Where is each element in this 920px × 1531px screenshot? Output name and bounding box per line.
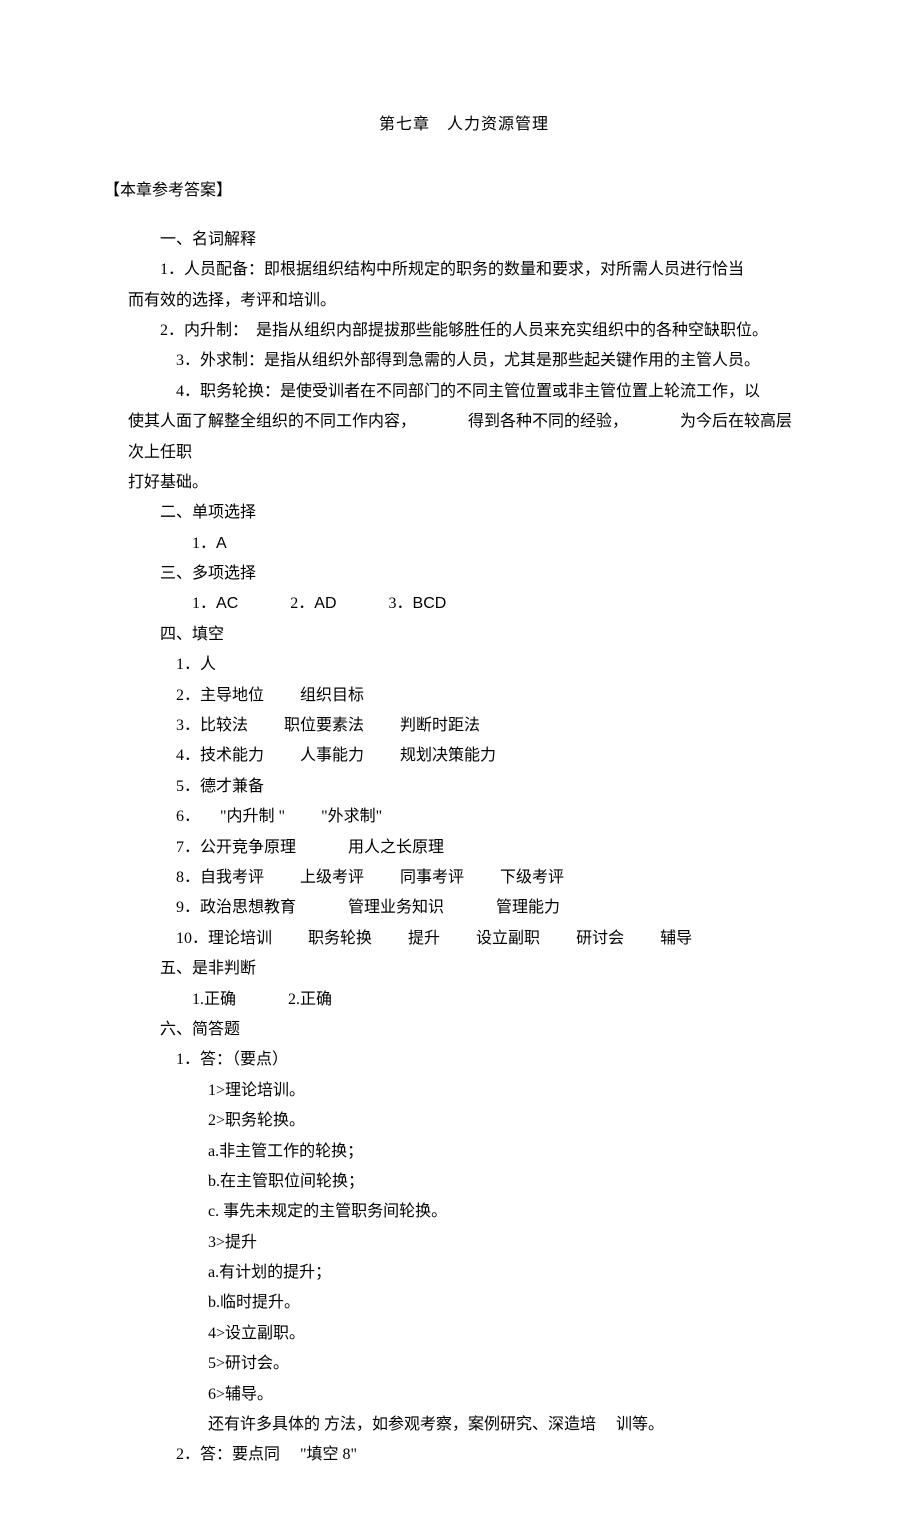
s6-q1-tail-b: 训等。 <box>616 1416 664 1433</box>
section-1-heading: 一、名词解释 <box>128 225 800 255</box>
s6-q1-5: 5>研讨会。 <box>128 1349 800 1379</box>
s6-q1-3: 3>提升 <box>128 1228 800 1258</box>
s3-a1-val: AC <box>216 595 238 612</box>
s6-q1-tail-a: 还有许多具体的 方法，如参观考察，案例研究、深造培 <box>208 1416 596 1433</box>
s6-q1-2a: a.非主管工作的轮换； <box>128 1137 800 1167</box>
s4-i4b: 人事能力 <box>300 747 364 764</box>
s5-a1: 1.正确 <box>192 991 236 1008</box>
s1-item4-line1: 4．职务轮换：是使受训者在不同部门的不同主管位置或非主管位置上轮流工作，以 <box>128 377 800 407</box>
s4-i10a: 10．理论培训 <box>176 930 272 947</box>
s6-q1-3b: b.临时提升。 <box>128 1288 800 1318</box>
s6-q1-3a: a.有计划的提升； <box>128 1258 800 1288</box>
section-6-heading: 六、简答题 <box>128 1015 800 1045</box>
section-4-heading: 四、填空 <box>128 620 800 650</box>
section-3-heading: 三、多项选择 <box>128 559 800 589</box>
s4-i10f: 辅导 <box>660 930 692 947</box>
s6-q1-1: 1>理论培训。 <box>128 1076 800 1106</box>
s1-item1-line2: 而有效的选择，考评和培训。 <box>128 286 800 316</box>
s2-a1-num: 1． <box>192 535 216 552</box>
s4-i10c: 提升 <box>408 930 440 947</box>
s4-i2: 2．主导地位 组织目标 <box>128 681 800 711</box>
s4-i4: 4．技术能力 人事能力 规划决策能力 <box>128 741 800 771</box>
chapter-title: 第七章 人力资源管理 <box>128 110 800 140</box>
s5-answers: 1.正确 2.正确 <box>128 985 800 1015</box>
s4-i10: 10．理论培训 职务轮换 提升 设立副职 研讨会 辅导 <box>128 924 800 954</box>
s4-i3b: 职位要素法 <box>284 717 364 734</box>
s4-i2a: 2．主导地位 <box>176 687 264 704</box>
section-5-heading: 五、是非判断 <box>128 954 800 984</box>
s2-a1-val: A <box>216 535 227 552</box>
s6-q1: 1．答：（要点） <box>128 1045 800 1075</box>
s1-item2: 2．内升制： 是指从组织内部提拔那些能够胜任的人员来充实组织中的各种空缺职位。 <box>128 316 800 346</box>
s4-i3c: 判断时距法 <box>400 717 480 734</box>
s3-a3-val: BCD <box>413 595 447 612</box>
s2-answer-1: 1．A <box>128 529 800 559</box>
s6-q1-4: 4>设立副职。 <box>128 1319 800 1349</box>
s1-item4-line2b: 得到各种不同的经验， <box>468 413 628 430</box>
s4-i4c: 规划决策能力 <box>400 747 496 764</box>
s1-item4-line2: 使其人面了解整全组织的不同工作内容， 得到各种不同的经验， 为今后在较高层次上任… <box>128 407 800 468</box>
s4-i8b: 上级考评 <box>300 869 364 886</box>
s4-i6b: "内升制 " <box>220 808 285 825</box>
s6-q2: 2．答：要点同 "填空 8" <box>128 1440 800 1470</box>
s1-item1-line1: 1．人员配备：即根据组织结构中所规定的职务的数量和要求，对所需人员进行恰当 <box>128 255 800 285</box>
s4-i9b: 管理业务知识 <box>348 899 444 916</box>
s4-i5: 5．德才兼备 <box>128 772 800 802</box>
s3-a2-val: AD <box>314 595 336 612</box>
s4-i4a: 4．技术能力 <box>176 747 264 764</box>
s1-item4-line2a: 使其人面了解整全组织的不同工作内容， <box>128 413 416 430</box>
s4-i8d: 下级考评 <box>500 869 564 886</box>
s3-answers: 1．AC 2．AD 3．BCD <box>128 589 800 619</box>
s4-i9: 9．政治思想教育 管理业务知识 管理能力 <box>128 893 800 923</box>
s4-i8a: 8．自我考评 <box>176 869 264 886</box>
s4-i10b: 职务轮换 <box>308 930 372 947</box>
s1-item4-line3: 打好基础。 <box>128 468 800 498</box>
section-2-heading: 二、单项选择 <box>128 498 800 528</box>
s4-i3: 3．比较法 职位要素法 判断时距法 <box>128 711 800 741</box>
s4-i8c: 同事考评 <box>400 869 464 886</box>
s3-a2-num: 2． <box>290 595 314 612</box>
s6-q1-2b: b.在主管职位间轮换； <box>128 1167 800 1197</box>
s4-i7: 7．公开竞争原理 用人之长原理 <box>128 833 800 863</box>
s6-q1-6: 6>辅导。 <box>128 1380 800 1410</box>
answers-header: 【本章参考答案】 <box>104 176 800 206</box>
s4-i6c: "外求制" <box>321 808 382 825</box>
s4-i2b: 组织目标 <box>300 687 364 704</box>
s4-i7b: 用人之长原理 <box>348 839 444 856</box>
s4-i9c: 管理能力 <box>496 899 560 916</box>
s4-i6a: 6． <box>176 808 200 825</box>
s4-i8: 8．自我考评 上级考评 同事考评 下级考评 <box>128 863 800 893</box>
s4-i9a: 9．政治思想教育 <box>176 899 296 916</box>
s5-a2: 2.正确 <box>288 991 332 1008</box>
s3-a3-num: 3． <box>389 595 413 612</box>
s4-i7a: 7．公开竞争原理 <box>176 839 296 856</box>
s4-i10e: 研讨会 <box>576 930 624 947</box>
s4-i1: 1．人 <box>128 650 800 680</box>
s1-item3: 3．外求制：是指从组织外部得到急需的人员，尤其是那些起关键作用的主管人员。 <box>128 346 800 376</box>
s3-a1-num: 1． <box>192 595 216 612</box>
s4-i6: 6． "内升制 " "外求制" <box>128 802 800 832</box>
s6-q1-tail: 还有许多具体的 方法，如参观考察，案例研究、深造培 训等。 <box>128 1410 800 1440</box>
s4-i3a: 3．比较法 <box>176 717 248 734</box>
s6-q2-a: 2．答：要点同 <box>176 1446 280 1463</box>
s6-q1-2: 2>职务轮换。 <box>128 1106 800 1136</box>
s6-q1-2c: c. 事先未规定的主管职务间轮换。 <box>128 1197 800 1227</box>
s6-q2-b: "填空 8" <box>300 1446 357 1463</box>
s4-i10d: 设立副职 <box>476 930 540 947</box>
